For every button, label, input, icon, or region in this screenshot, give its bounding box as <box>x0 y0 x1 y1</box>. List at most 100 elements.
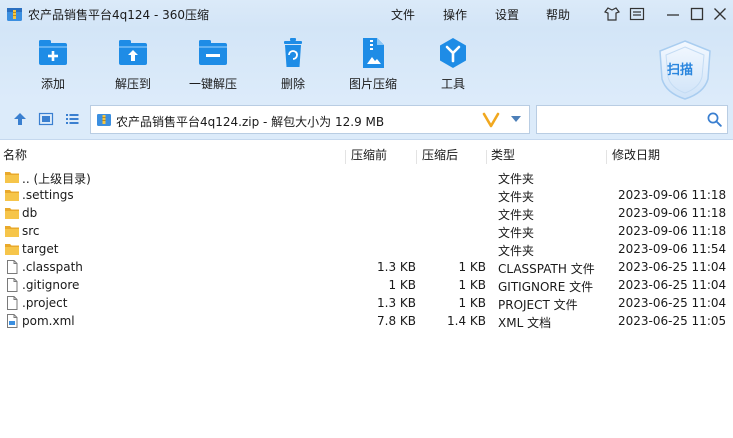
file-type: 文件夹 <box>498 172 535 186</box>
column-name[interactable]: 名称 <box>3 146 27 163</box>
file-row[interactable]: src 文件夹 2023-09-06 11:18 <box>0 222 733 240</box>
image-compress-label: 图片压缩 <box>348 77 397 91</box>
file-packed-size: 1.3 KB <box>377 260 416 274</box>
image-compress-icon <box>363 38 384 68</box>
menu-file[interactable]: 文件 <box>391 6 415 23</box>
zip-app-icon <box>7 8 22 21</box>
skin-icon[interactable] <box>603 5 621 23</box>
file-row[interactable]: .. (上级目录) 文件夹 <box>0 168 733 186</box>
search-box <box>536 105 728 134</box>
search-icon[interactable] <box>707 112 722 127</box>
file-type: 文件夹 <box>498 244 535 258</box>
search-input[interactable] <box>541 110 701 129</box>
file-name: src <box>22 224 40 238</box>
tools-label: 工具 <box>440 77 465 91</box>
tools-button[interactable]: 工具 <box>418 36 488 96</box>
column-divider[interactable] <box>606 150 607 164</box>
file-packed-size: 1.3 KB <box>377 296 416 310</box>
file-name: db <box>22 206 38 220</box>
column-divider[interactable] <box>345 150 346 164</box>
folder-icon <box>5 244 19 255</box>
scan-button[interactable]: 扫描 <box>656 39 714 101</box>
xml-file-icon <box>7 314 18 328</box>
zip-file-icon <box>97 114 111 126</box>
column-size[interactable]: 压缩后 <box>422 146 458 163</box>
verified-v-icon[interactable] <box>482 112 500 128</box>
file-name: pom.xml <box>22 314 75 328</box>
folder-icon <box>5 208 19 219</box>
file-name: .gitignore <box>22 278 80 292</box>
delete-icon <box>284 38 302 67</box>
file-modified: 2023-09-06 11:54 <box>618 242 727 256</box>
file-modified: 2023-06-25 11:04 <box>618 260 727 274</box>
scan-label: 扫描 <box>667 63 694 78</box>
extract-to-icon <box>119 40 147 65</box>
file-row[interactable]: .project 1.3 KB 1 KB PROJECT 文件 2023-06-25 1… <box>0 294 733 312</box>
minimize-icon[interactable] <box>664 5 682 23</box>
image-compress-button[interactable]: 图片压缩 <box>338 36 408 96</box>
up-arrow-icon[interactable] <box>12 111 28 127</box>
file-icon <box>7 278 18 292</box>
file-type: 文件夹 <box>498 208 535 222</box>
extract-to-label: 解压到 <box>114 77 151 91</box>
file-modified: 2023-06-25 11:04 <box>618 296 727 310</box>
file-row[interactable]: db 文件夹 2023-09-06 11:18 <box>0 204 733 222</box>
menu-list-icon[interactable] <box>628 5 646 23</box>
file-packed-size: 7.8 KB <box>377 314 416 328</box>
add-label: 添加 <box>40 77 65 91</box>
file-row[interactable]: .gitignore 1 KB 1 KB GITIGNORE 文件 2023-06-25… <box>0 276 733 294</box>
file-type: XML 文档 <box>498 316 552 330</box>
file-compressed-size: 1 KB <box>458 260 486 274</box>
file-name: .. (上级目录) <box>22 172 91 186</box>
column-type[interactable]: 类型 <box>491 146 515 163</box>
file-row[interactable]: target 文件夹 2023-09-06 11:54 <box>0 240 733 258</box>
file-modified: 2023-09-06 11:18 <box>618 224 727 238</box>
close-icon[interactable] <box>711 5 729 23</box>
file-type: GITIGNORE 文件 <box>498 280 594 294</box>
menu-operation[interactable]: 操作 <box>443 6 467 23</box>
one-click-extract-button[interactable]: 一键解压 <box>178 36 248 96</box>
file-icon <box>7 260 18 274</box>
folder-icon <box>5 190 19 201</box>
column-header: 名称 压缩前 压缩后 类型 修改日期 <box>0 142 733 164</box>
menu-help[interactable]: 帮助 <box>546 6 570 23</box>
maximize-icon[interactable] <box>688 5 706 23</box>
menu-settings[interactable]: 设置 <box>495 6 519 23</box>
file-name: .project <box>22 296 68 310</box>
tools-icon <box>440 38 466 68</box>
file-name: .classpath <box>22 260 83 274</box>
file-compressed-size: 1 KB <box>458 278 486 292</box>
file-type: PROJECT 文件 <box>498 298 578 312</box>
file-compressed-size: 1.4 KB <box>447 314 486 328</box>
window-title: 农产品销售平台4q124 - 360压缩 <box>28 8 210 22</box>
chevron-down-icon[interactable] <box>509 112 523 126</box>
thumbnail-view-icon[interactable] <box>38 111 54 127</box>
file-modified: 2023-06-25 11:05 <box>618 314 727 328</box>
file-row[interactable]: .settings 文件夹 2023-09-06 11:18 <box>0 186 733 204</box>
list-view-icon[interactable] <box>64 111 80 127</box>
column-divider[interactable] <box>486 150 487 164</box>
file-modified: 2023-06-25 11:04 <box>618 278 727 292</box>
file-type: 文件夹 <box>498 226 535 240</box>
archive-path: 农产品销售平台4q124.zip - 解包大小为 12.9 MB <box>116 115 385 129</box>
one-click-extract-icon <box>199 40 227 65</box>
title-bar: 农产品销售平台4q124 - 360压缩 文件 操作 设置 帮助 <box>0 0 733 28</box>
file-row[interactable]: .classpath 1.3 KB 1 KB CLASSPATH 文件 2023-06-… <box>0 258 733 276</box>
file-row[interactable]: pom.xml 7.8 KB 1.4 KB XML 文档 2023-06-25 11:0… <box>0 312 733 330</box>
file-compressed-size: 1 KB <box>458 296 486 310</box>
column-divider[interactable] <box>416 150 417 164</box>
folder-icon <box>5 226 19 237</box>
delete-label: 删除 <box>280 77 305 91</box>
file-type: CLASSPATH 文件 <box>498 262 595 276</box>
column-packed[interactable]: 压缩前 <box>351 146 387 163</box>
file-name: .settings <box>22 188 74 202</box>
add-button[interactable]: 添加 <box>18 36 88 96</box>
file-name: target <box>22 242 59 256</box>
add-icon <box>39 40 67 65</box>
delete-button[interactable]: 删除 <box>258 36 328 96</box>
file-icon <box>7 296 18 310</box>
file-packed-size: 1 KB <box>388 278 416 292</box>
extract-to-button[interactable]: 解压到 <box>98 36 168 96</box>
path-box[interactable]: 农产品销售平台4q124.zip - 解包大小为 12.9 MB <box>90 105 530 134</box>
column-modified[interactable]: 修改日期 <box>612 146 660 163</box>
